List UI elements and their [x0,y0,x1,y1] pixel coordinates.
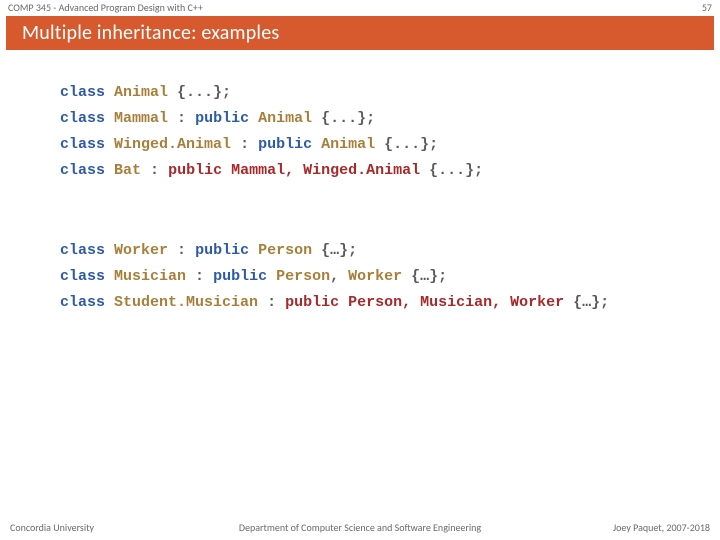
emphasis: Mammal [231,162,285,179]
type-name: Worker [114,242,168,259]
code-line: class Musician : public Person, Worker {… [60,268,690,286]
keyword-public: public [195,110,249,127]
punct: {…}; [312,242,357,259]
code-line: class Worker : public Person {…}; [60,242,690,260]
keyword-public: public [213,268,267,285]
page-number: 57 [702,0,712,16]
footer-left: Concordia University [10,521,94,534]
punct: , [330,268,348,285]
keyword-class: class [60,268,105,285]
emphasis: public [285,294,348,311]
type-name: Musician [114,268,186,285]
code-line: class Mammal : public Animal {...}; [60,110,690,128]
type-name: Mammal [114,110,168,127]
type-name: Winged.Animal [114,136,231,153]
keyword-public: public [195,242,249,259]
keyword-class: class [60,162,105,179]
keyword-public: public [258,136,312,153]
emphasis: Person [348,294,402,311]
title-band: Multiple inheritance: examples [6,16,714,50]
type-name: Animal [258,110,312,127]
type-name: Person [258,242,312,259]
emphasis: Musician [420,294,492,311]
emphasis: , [402,294,420,311]
punct: {…}; [402,268,447,285]
type-name: Student.Musician [114,294,258,311]
code-line: class Animal {...}; [60,84,690,102]
keyword-class: class [60,242,105,259]
emphasis: , [492,294,510,311]
course-label: COMP 345 - Advanced Program Design with … [8,0,203,16]
keyword-class: class [60,110,105,127]
footer-right: Joey Paquet, 2007-2018 [613,521,710,534]
punct: : [168,110,195,127]
slide-body: class Animal {...}; class Mammal : publi… [0,50,720,312]
code-line: class Student.Musician : public Person, … [60,294,690,312]
type-name: Animal [321,136,375,153]
punct: {...}; [168,84,231,101]
type-name: Bat [114,162,141,179]
code-line: class Winged.Animal : public Animal {...… [60,136,690,154]
emphasis: , [285,162,303,179]
top-bar: COMP 345 - Advanced Program Design with … [0,0,720,16]
type-name: Worker [348,268,402,285]
slide: COMP 345 - Advanced Program Design with … [0,0,720,540]
keyword-class: class [60,136,105,153]
type-name: Animal [114,84,168,101]
spacer [60,188,690,242]
slide-title: Multiple inheritance: examples [22,21,279,45]
emphasis: public [168,162,231,179]
emphasis: Worker [510,294,564,311]
type-name: Person [276,268,330,285]
punct: : [168,242,195,259]
punct: {…}; [564,294,609,311]
footer: Concordia University Department of Compu… [0,521,720,534]
keyword-class: class [60,84,105,101]
keyword-class: class [60,294,105,311]
code-line: class Bat : public Mammal, Winged.Animal… [60,162,690,180]
punct: : [231,136,258,153]
emphasis: Winged.Animal [303,162,420,179]
punct: {...}; [420,162,483,179]
punct: {...}; [312,110,375,127]
punct: : [141,162,168,179]
punct: : [186,268,213,285]
punct: : [258,294,285,311]
punct: {...}; [375,136,438,153]
